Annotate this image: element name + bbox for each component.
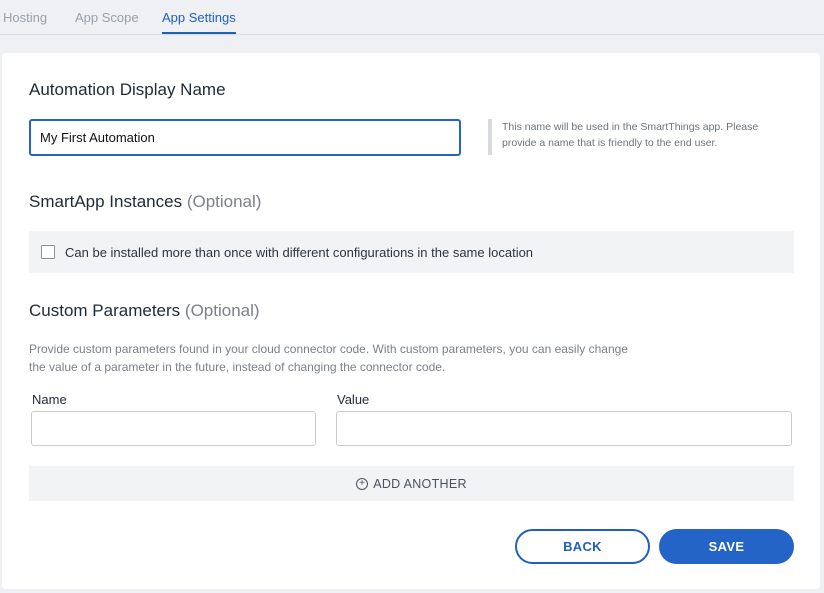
multi-instance-label[interactable]: Can be installed more than once with dif… [65,245,533,260]
custom-params-description: Provide custom parameters found in your … [29,342,628,374]
add-another-label: ADD ANOTHER [373,476,467,491]
instances-optional-tag: (Optional) [186,192,262,211]
add-another-button[interactable]: + ADD ANOTHER [29,466,794,501]
param-name-input[interactable] [31,411,316,446]
param-value-input[interactable] [336,411,792,446]
instances-title-text: SmartApp Instances [29,192,183,211]
param-value-label: Value [337,392,370,407]
back-button[interactable]: BACK [515,529,650,564]
display-name-hint: This name will be used in the SmartThing… [488,119,788,155]
settings-card: Automation Display Name This name will b… [2,53,820,589]
multi-instance-checkbox[interactable] [41,245,55,259]
custom-params-optional-tag: (Optional) [184,301,260,320]
param-name-label: Name [32,392,67,407]
display-name-title: Automation Display Name [29,80,226,99]
tab-app-settings[interactable]: App Settings [162,10,236,34]
tab-hosting[interactable]: Hosting [3,10,47,34]
custom-params-title: Custom Parameters (Optional) [29,301,260,321]
save-button[interactable]: SAVE [659,529,794,564]
plus-circle-icon: + [356,477,369,490]
custom-params-title-text: Custom Parameters [29,301,181,320]
display-name-input[interactable] [29,119,461,156]
tab-bar: Hosting App Scope App Settings [0,0,824,35]
multi-instance-row: Can be installed more than once with dif… [29,231,794,273]
instances-title: SmartApp Instances (Optional) [29,192,261,212]
tab-app-scope[interactable]: App Scope [75,10,139,34]
